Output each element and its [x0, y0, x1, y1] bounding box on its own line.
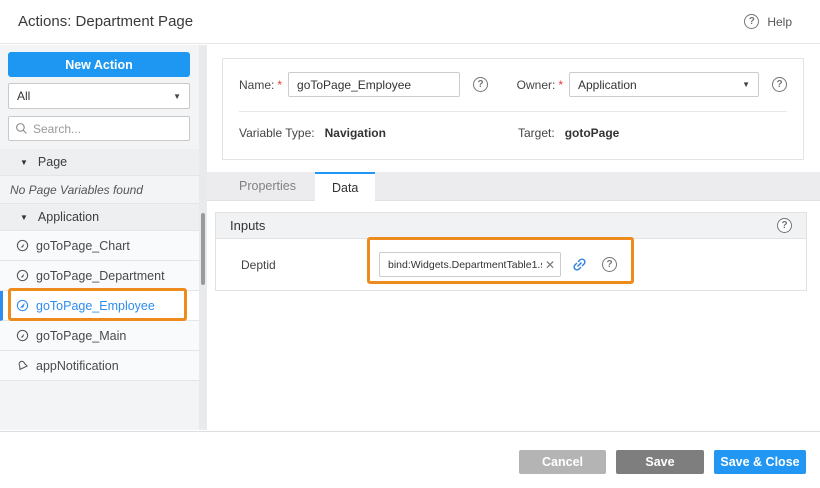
search-input[interactable] — [33, 122, 183, 136]
owner-help-icon[interactable]: ? — [772, 77, 787, 92]
help-icon: ? — [744, 14, 759, 29]
filter-select[interactable]: All ▼ — [8, 83, 190, 109]
deptid-label: Deptid — [241, 258, 379, 272]
tree-group-label: Page — [38, 155, 67, 169]
variables-sidebar: New Action All ▼ ▼ Page No Page Variable… — [0, 45, 199, 430]
tree-item-gotopage-chart[interactable]: goToPage_Chart — [0, 231, 199, 261]
variable-type-group: Variable Type: Navigation — [239, 126, 518, 140]
navigation-icon — [16, 299, 29, 312]
inputs-title: Inputs — [230, 218, 265, 233]
deptid-help-icon[interactable]: ? — [602, 257, 617, 272]
tree-item-gotopage-department[interactable]: goToPage_Department — [0, 261, 199, 291]
collapse-icon: ▼ — [20, 213, 28, 222]
inputs-help-icon[interactable]: ? — [777, 218, 792, 233]
target-value: gotoPage — [565, 126, 620, 140]
inputs-header: Inputs ? — [216, 213, 806, 239]
sidebar-scrollbar[interactable] — [201, 213, 205, 285]
tree-item-gotopage-main[interactable]: goToPage_Main — [0, 321, 199, 351]
dialog-footer: Cancel Save Save & Close — [0, 431, 820, 488]
link-icon[interactable] — [567, 252, 591, 276]
owner-label: Owner: — [517, 78, 556, 92]
required-asterisk: * — [277, 78, 282, 92]
notification-icon — [16, 359, 29, 372]
target-label: Target: — [518, 126, 555, 140]
card-divider — [239, 111, 787, 112]
deptid-binding-input[interactable] — [388, 259, 542, 271]
help-button[interactable]: ? Help — [744, 14, 792, 29]
new-action-button[interactable]: New Action — [8, 52, 190, 77]
target-group: Target: gotoPage — [518, 126, 619, 140]
clear-icon[interactable]: ✕ — [542, 258, 555, 272]
tree-item-label: appNotification — [36, 359, 119, 373]
tree-group-page[interactable]: ▼ Page — [0, 149, 199, 176]
deptid-binding-input-box[interactable]: ✕ — [379, 252, 561, 277]
cancel-button[interactable]: Cancel — [519, 450, 606, 474]
inputs-section: Inputs ? Deptid ✕ ? — [215, 212, 807, 291]
tree-item-label: goToPage_Main — [36, 329, 126, 343]
name-label: Name: — [239, 78, 274, 92]
tree-group-application[interactable]: ▼ Application — [0, 204, 199, 231]
help-label: Help — [767, 15, 792, 29]
owner-select[interactable]: Application ▼ — [569, 72, 759, 97]
action-summary-card: Name: * ? Owner: * Application ▼ ? — [222, 58, 804, 160]
save-and-close-button[interactable]: Save & Close — [714, 450, 806, 474]
name-field-group: Name: * ? — [239, 72, 517, 97]
actions-dialog: Actions: Department Page ? Help New Acti… — [0, 0, 820, 488]
variables-tree: ▼ Page No Page Variables found ▼ Applica… — [0, 149, 199, 381]
type-target-row: Variable Type: Navigation Target: gotoPa… — [239, 126, 787, 140]
save-button[interactable]: Save — [616, 450, 704, 474]
required-asterisk: * — [558, 78, 563, 92]
main-panel: Name: * ? Owner: * Application ▼ ? — [207, 45, 820, 430]
name-input[interactable] — [288, 72, 460, 97]
tree-item-appnotification[interactable]: appNotification — [0, 351, 199, 381]
tab-properties[interactable]: Properties — [220, 172, 315, 200]
navigation-icon — [16, 329, 29, 342]
tree-item-label: goToPage_Chart — [36, 239, 130, 253]
page-empty-message: No Page Variables found — [0, 176, 199, 204]
caret-down-icon: ▼ — [742, 80, 750, 89]
tree-item-label: goToPage_Department — [36, 269, 165, 283]
tab-data[interactable]: Data — [315, 172, 375, 201]
filter-value: All — [17, 89, 30, 103]
navigation-icon — [16, 269, 29, 282]
name-help-icon[interactable]: ? — [473, 77, 488, 92]
deptid-row: Deptid ✕ ? — [216, 239, 806, 290]
tree-item-label: goToPage_Employee — [36, 299, 155, 313]
collapse-icon: ▼ — [20, 158, 28, 167]
variable-type-value: Navigation — [325, 126, 386, 140]
search-icon — [15, 122, 28, 135]
owner-value: Application — [578, 78, 637, 92]
tab-bar: Properties Data — [207, 172, 820, 201]
caret-down-icon: ▼ — [173, 92, 181, 101]
name-owner-row: Name: * ? Owner: * Application ▼ ? — [239, 71, 787, 98]
tree-item-gotopage-employee[interactable]: goToPage_Employee — [0, 291, 199, 321]
navigation-icon — [16, 239, 29, 252]
variable-type-label: Variable Type: — [239, 126, 315, 140]
search-box[interactable] — [8, 116, 190, 141]
owner-field-group: Owner: * Application ▼ ? — [517, 72, 787, 97]
tree-group-label: Application — [38, 210, 99, 224]
page-title: Actions: Department Page — [18, 0, 193, 44]
dialog-header: Actions: Department Page ? Help — [0, 0, 820, 44]
sidebar-scroll-track — [199, 45, 207, 430]
